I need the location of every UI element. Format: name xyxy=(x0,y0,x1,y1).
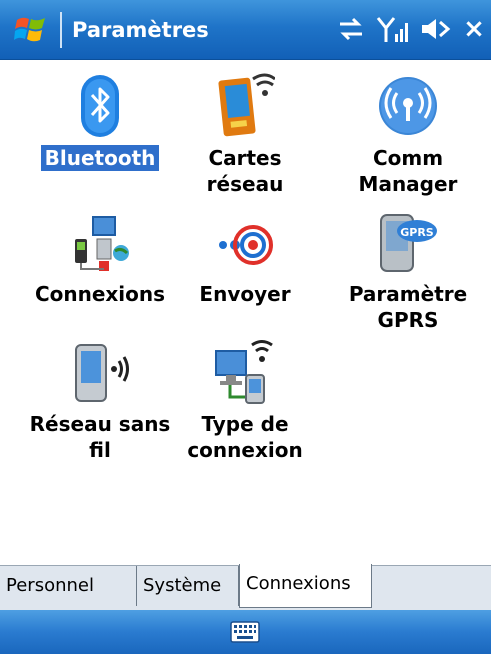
close-button[interactable]: × xyxy=(457,10,491,48)
item-label: Cartes réseau xyxy=(206,146,284,196)
soft-key-bar xyxy=(0,610,491,654)
tab-personnel[interactable]: Personnel xyxy=(0,566,137,606)
gprs-settings-icon: GPRS xyxy=(380,214,437,272)
item-label: Envoyer xyxy=(199,282,291,306)
comm-manager-item[interactable]: Comm Manager xyxy=(328,73,488,197)
signal-strength-icon[interactable] xyxy=(376,10,412,48)
connections-icon xyxy=(75,216,129,271)
wireless-network-icon xyxy=(75,344,129,402)
item-label: Comm Manager xyxy=(358,146,458,196)
beam-icon xyxy=(219,225,273,265)
bluetooth-item[interactable]: Bluetooth xyxy=(20,73,180,171)
gprs-settings-item[interactable]: GPRS Paramètre GPRS xyxy=(328,209,488,333)
connection-type-item[interactable]: Type de connexion xyxy=(165,339,325,463)
beam-item[interactable]: Envoyer xyxy=(165,215,325,307)
window-title: Paramètres xyxy=(72,18,209,42)
tab-connexions[interactable]: Connexions xyxy=(239,564,372,608)
keyboard-icon[interactable] xyxy=(230,621,260,643)
network-cards-icon xyxy=(218,73,275,137)
item-label: Type de connexion xyxy=(187,412,303,462)
item-label: Bluetooth xyxy=(40,145,160,171)
item-label: Réseau sans fil xyxy=(29,412,171,462)
start-menu-icon[interactable] xyxy=(14,12,48,46)
network-cards-item[interactable]: Cartes réseau xyxy=(165,73,325,197)
tab-bar: Personnel Système Connexions xyxy=(0,564,491,611)
volume-icon[interactable] xyxy=(418,10,452,48)
tab-systeme[interactable]: Système xyxy=(137,566,239,606)
settings-grid: Bluetooth Cartes réseau Comm Manager Con… xyxy=(0,59,491,565)
svg-text:GPRS: GPRS xyxy=(400,226,434,239)
bluetooth-icon xyxy=(81,75,119,137)
item-label: Connexions xyxy=(34,282,166,306)
wireless-network-item[interactable]: Réseau sans fil xyxy=(20,339,180,463)
title-separator xyxy=(60,12,62,48)
connectivity-icon[interactable] xyxy=(334,10,368,48)
item-label: Paramètre GPRS xyxy=(348,282,468,332)
title-bar: Paramètres × xyxy=(0,0,491,60)
connections-item[interactable]: Connexions xyxy=(20,215,180,307)
comm-manager-icon xyxy=(379,77,437,135)
connection-type-icon xyxy=(215,340,273,404)
